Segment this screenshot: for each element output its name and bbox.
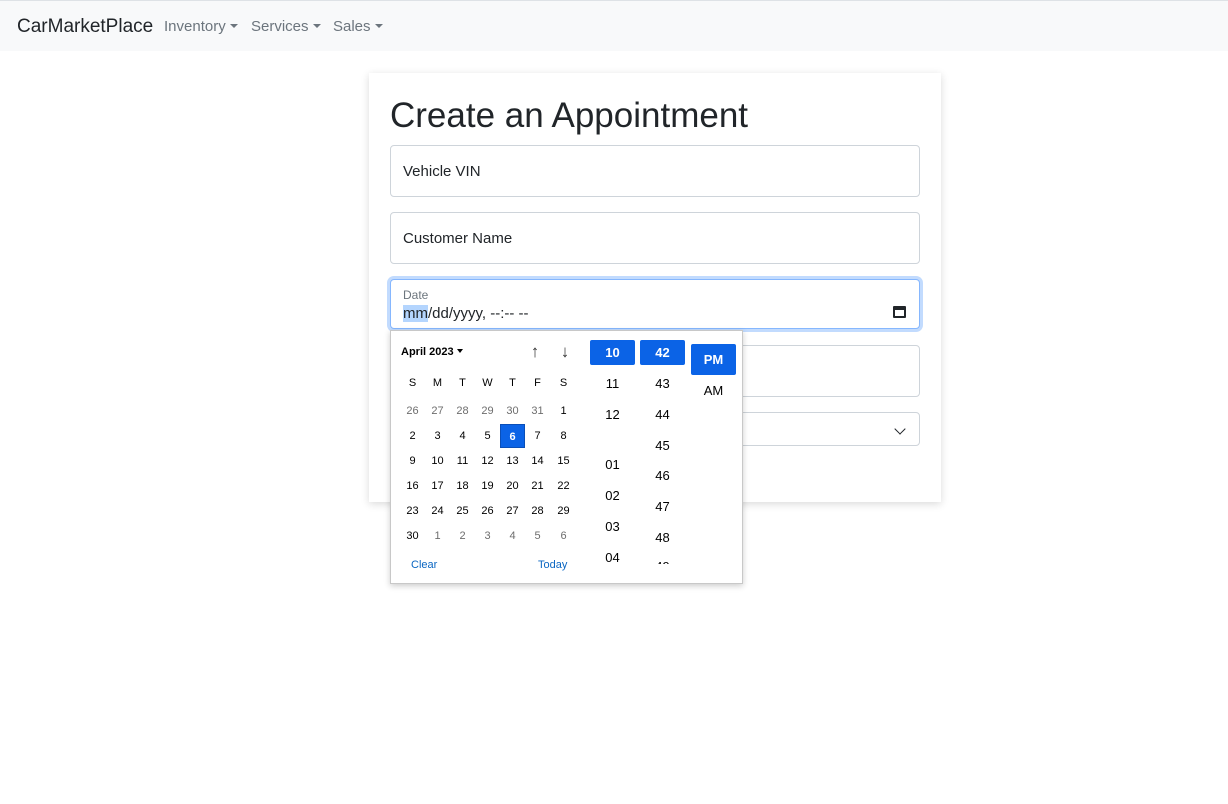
hour-option[interactable]: 12 [590, 402, 635, 427]
day-cell[interactable]: 27 [425, 399, 450, 423]
minute-option[interactable]: 43 [640, 371, 685, 396]
day-cell[interactable]: 22 [551, 474, 576, 498]
day-cell[interactable]: 28 [525, 499, 550, 523]
nav-services-label: Services [251, 18, 309, 35]
day-cell[interactable]: 29 [475, 399, 500, 423]
day-cell[interactable]: 21 [525, 474, 550, 498]
day-cell[interactable]: 1 [425, 524, 450, 548]
hour-option[interactable]: 01 [590, 452, 635, 477]
hour-option[interactable]: 02 [590, 483, 635, 508]
month-year-label: April 2023 [401, 346, 454, 358]
day-cell[interactable]: 25 [450, 499, 475, 523]
day-cell[interactable]: 10 [425, 449, 450, 473]
calendar-icon[interactable] [893, 306, 906, 318]
caret-down-icon [374, 24, 383, 28]
hour-option[interactable]: 04 [590, 545, 635, 570]
customer-name-placeholder: Customer Name [403, 230, 513, 247]
day-cell[interactable]: 17 [425, 474, 450, 498]
weekday-label: S [408, 377, 417, 389]
next-month-arrow-icon[interactable]: ↓ [555, 342, 575, 362]
minute-option[interactable]: 46 [640, 463, 685, 488]
date-time-picker: April 2023 ↑ ↓ SMTWTFS 26 27 28 29 30 31 1 2 3 4 5… [390, 330, 743, 584]
day-cell[interactable]: 20 [500, 474, 525, 498]
day-cell[interactable]: 8 [551, 424, 576, 448]
minute-option[interactable]: 47 [640, 494, 685, 519]
day-cell[interactable]: 5 [525, 524, 550, 548]
weekday-label: S [559, 377, 568, 389]
day-cell[interactable]: 26 [400, 399, 425, 423]
day-cell[interactable]: 6 [551, 524, 576, 548]
day-cell[interactable]: 4 [500, 524, 525, 548]
day-cell[interactable]: 14 [525, 449, 550, 473]
day-cell[interactable]: 12 [475, 449, 500, 473]
day-cell[interactable]: 2 [450, 524, 475, 548]
day-cell[interactable]: 16 [400, 474, 425, 498]
day-cell[interactable]: 13 [500, 449, 525, 473]
day-cell[interactable]: 15 [551, 449, 576, 473]
day-cell[interactable]: 18 [450, 474, 475, 498]
nav-services-dropdown[interactable]: Services [251, 18, 321, 35]
customer-name-input[interactable]: Customer Name [390, 212, 920, 264]
date-input[interactable]: Date mm/dd/yyyy, --:-- -- [390, 279, 920, 329]
date-value[interactable]: mm/dd/yyyy, --:-- -- [403, 305, 529, 322]
day-cell[interactable]: 30 [500, 399, 525, 423]
day-cell[interactable]: 23 [400, 499, 425, 523]
weekday-label: W [482, 377, 493, 389]
brand-link[interactable]: CarMarketPlace [17, 16, 153, 38]
day-cell[interactable]: 9 [400, 449, 425, 473]
minute-option[interactable]: 44 [640, 402, 685, 427]
day-cell[interactable]: 31 [525, 399, 550, 423]
day-cell[interactable]: 3 [475, 524, 500, 548]
vin-placeholder: Vehicle VIN [403, 163, 481, 180]
caret-down-icon [229, 24, 238, 28]
day-cell[interactable]: 6 [500, 424, 525, 448]
minute-option[interactable]: 42 [640, 340, 685, 365]
vin-input[interactable]: Vehicle VIN [390, 145, 920, 197]
clear-button[interactable]: Clear [411, 559, 437, 571]
day-cell[interactable]: 27 [500, 499, 525, 523]
hour-option[interactable]: 11 [590, 371, 635, 396]
day-cell[interactable]: 11 [450, 449, 475, 473]
nav-inventory-dropdown[interactable]: Inventory [164, 18, 238, 35]
day-cell[interactable]: 5 [475, 424, 500, 448]
minute-option[interactable]: 49 [640, 556, 685, 564]
page-title: Create an Appointment [390, 96, 749, 135]
day-cell[interactable]: 3 [425, 424, 450, 448]
day-cell[interactable]: 19 [475, 474, 500, 498]
hour-option[interactable]: 10 [590, 340, 635, 365]
ampm-option[interactable]: AM [691, 375, 736, 406]
day-cell[interactable]: 30 [400, 524, 425, 548]
weekday-label: F [534, 377, 541, 389]
day-cell[interactable]: 7 [525, 424, 550, 448]
weekday-label: T [459, 377, 466, 389]
day-cell[interactable]: 26 [475, 499, 500, 523]
weekday-label: M [432, 377, 443, 389]
day-cell[interactable]: 1 [551, 399, 576, 423]
day-cell[interactable]: 29 [551, 499, 576, 523]
ampm-option[interactable]: PM [691, 344, 736, 375]
previous-month-arrow-icon[interactable]: ↑ [525, 342, 545, 362]
nav-sales-dropdown[interactable]: Sales [333, 18, 383, 35]
hour-option[interactable]: 03 [590, 514, 635, 539]
day-cell[interactable]: 2 [400, 424, 425, 448]
day-cell[interactable]: 28 [450, 399, 475, 423]
today-button[interactable]: Today [538, 559, 567, 571]
day-cell[interactable]: 4 [450, 424, 475, 448]
date-label: Date [403, 288, 429, 302]
minute-option[interactable]: 48 [640, 525, 685, 550]
day-cell[interactable]: 24 [425, 499, 450, 523]
date-remaining-segments[interactable]: /dd/yyyy, --:-- -- [428, 305, 529, 322]
month-year-selector[interactable]: April 2023 [401, 346, 463, 358]
weekday-label: T [509, 377, 516, 389]
navbar: CarMarketPlace Inventory Services Sales [0, 0, 1228, 51]
nav-sales-label: Sales [333, 18, 371, 35]
minute-option[interactable]: 45 [640, 433, 685, 458]
nav-inventory-label: Inventory [164, 18, 226, 35]
caret-down-icon [456, 349, 463, 353]
chevron-down-icon [894, 423, 906, 435]
month-segment[interactable]: mm [403, 305, 428, 322]
caret-down-icon [312, 24, 321, 28]
